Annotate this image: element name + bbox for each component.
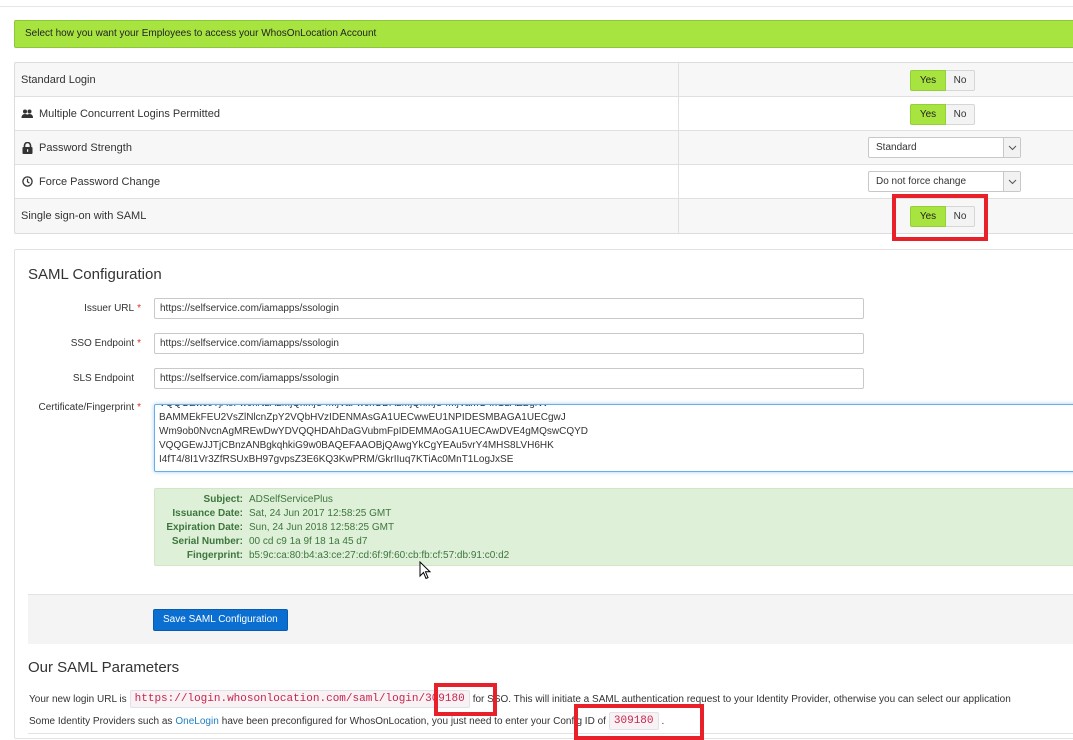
setting-label: Password Strength: [39, 141, 132, 154]
login-url-line: Your new login URL is https://login.whos…: [29, 690, 1011, 708]
setting-label: Standard Login: [21, 73, 96, 86]
required-marker: *: [137, 402, 141, 413]
cert-info-row: Issuance Date: Sat, 24 Jun 2017 12:58:25 …: [172, 508, 392, 519]
field-label: SLS Endpoint: [72, 373, 134, 384]
standard-login-toggle[interactable]: Yes No: [910, 70, 975, 91]
required-marker: *: [137, 303, 141, 314]
form-actions: Save SAML Configuration: [28, 594, 1073, 644]
cert-info-row: Expiration Date: Sun, 24 Jun 2018 12:58:2…: [166, 522, 395, 533]
cert-info-row: Serial Number: 00 cd c9 1a 9f 18 1a 45 d7: [171, 536, 368, 547]
issuer-url-input[interactable]: [154, 298, 864, 319]
cert-line: BAMMEkFEU2VsZlNlcnZpY2VQbHVzIDENMAsGA1UE…: [159, 412, 566, 423]
cert-info-row: Fingerprint: b5:9c:ca:80:b4:a3:ce:27:cd:6…: [186, 550, 510, 561]
required-marker: *: [137, 338, 141, 349]
no-button[interactable]: No: [946, 104, 975, 125]
sso-endpoint-row: SSO Endpoint *: [15, 333, 1073, 355]
sls-endpoint-input[interactable]: [154, 368, 864, 389]
top-divider: [0, 6, 1073, 7]
saml-config-title: SAML Configuration: [28, 266, 162, 283]
saml-params-title: Our SAML Parameters: [28, 659, 180, 676]
force-password-change-select[interactable]: Do not force change: [868, 171, 1021, 192]
onelogin-link[interactable]: OneLogin: [175, 716, 218, 727]
clock-icon: [21, 176, 33, 188]
saml-configuration-panel: SAML Configuration Issuer URL* SSO Endpo…: [14, 249, 1073, 739]
highlight-box-login-url-id: [434, 683, 497, 716]
setting-label: Multiple Concurrent Logins Permitted: [39, 107, 220, 120]
mouse-cursor-icon: [419, 561, 432, 580]
yes-button[interactable]: Yes: [910, 104, 946, 125]
cert-info-row: Subject: ADSelfServicePlus: [203, 494, 333, 505]
selected-value: Do not force change: [876, 176, 967, 187]
access-banner: Select how you want your Employees to ac…: [14, 20, 1073, 48]
save-saml-configuration-button[interactable]: Save SAML Configuration: [153, 609, 288, 631]
cert-line: I4fT4/8I1Vr3ZfRSUxBH97gvpsZ3E6KQ3KwPRM/G…: [159, 454, 514, 465]
yes-button[interactable]: Yes: [910, 70, 946, 91]
config-id-line: Some Identity Providers such as OneLogin…: [29, 712, 664, 730]
certificate-info-box: Subject: ADSelfServicePlus Issuance Date:…: [154, 488, 1073, 566]
banner-text: Select how you want your Employees to ac…: [25, 28, 377, 39]
sso-endpoint-input[interactable]: [154, 333, 864, 354]
selected-value: Standard: [876, 142, 917, 153]
setting-row-standard-login: Standard Login Yes No: [15, 63, 1073, 97]
lock-icon: [21, 141, 33, 154]
users-icon: [21, 108, 33, 120]
concurrent-logins-toggle[interactable]: Yes No: [910, 104, 975, 125]
setting-label: Single sign-on with SAML: [21, 210, 147, 222]
setting-row-concurrent-logins: Multiple Concurrent Logins Permitted Yes…: [15, 97, 1073, 131]
login-url-code: https://login.whosonlocation.com/saml/lo…: [129, 690, 470, 708]
cert-line: VQQGEwJJTjAeFw0xNzA2MjQxMjU4MjVaFw0xODA2…: [159, 405, 1073, 411]
cert-line: VQQGEwJJTjCBnzANBgkqhkiG9w0BAQEFAAOBjQAw…: [159, 440, 554, 451]
password-strength-select[interactable]: Standard: [868, 137, 1021, 158]
field-label: SSO Endpoint: [70, 338, 135, 349]
no-button[interactable]: No: [946, 70, 975, 91]
setting-label: Force Password Change: [39, 175, 161, 188]
setting-row-password-strength: Password Strength Standard: [15, 131, 1073, 165]
chevron-down-icon[interactable]: [1003, 172, 1020, 191]
issuer-url-row: Issuer URL *: [15, 298, 1073, 320]
field-label: Issuer URL: [84, 303, 135, 314]
chevron-down-icon[interactable]: [1003, 138, 1020, 157]
field-label: Certificate/Fingerprint: [38, 402, 135, 413]
sls-endpoint-row: SLS Endpoint: [15, 368, 1073, 390]
certificate-textarea[interactable]: VQQGEwJJTjAeFw0xNzA2MjQxMjU4MjVaFw0xODA2…: [154, 404, 1073, 472]
cert-line: Wm9ob0NvcnAgMREwDwYDVQQHDAhDaGVubmFpIDEM…: [159, 426, 588, 437]
highlight-box-saml-toggle: [892, 194, 988, 241]
